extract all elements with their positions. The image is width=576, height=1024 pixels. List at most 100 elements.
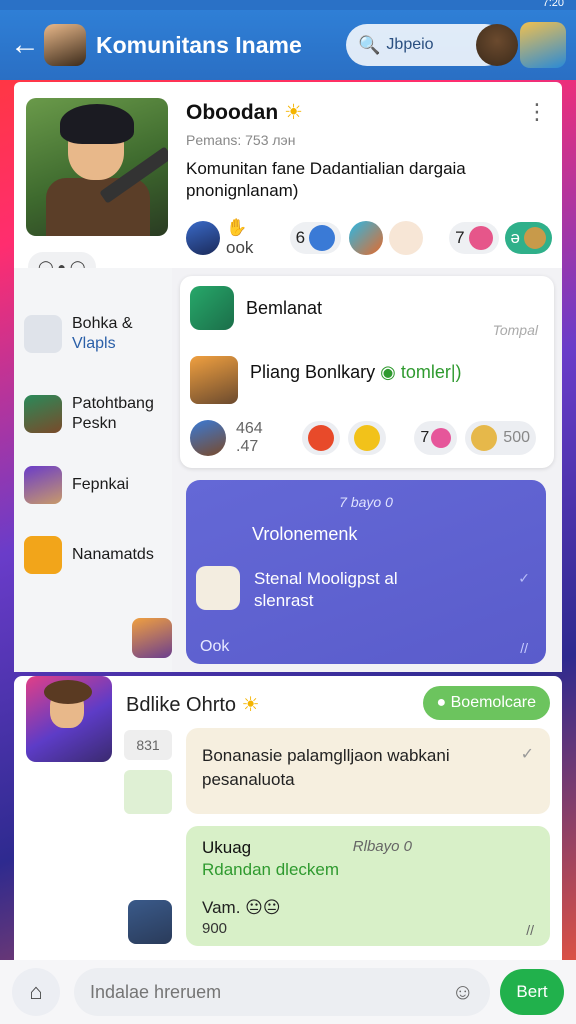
- reaction-pill[interactable]: 7: [414, 421, 458, 455]
- message-text: Pliang Bonlkary ◉ tomler|): [250, 362, 462, 383]
- post-author-text: Bdlike Ohrto: [126, 694, 237, 716]
- message-card[interactable]: Bemlanat Tompal Pliang Bonlkary ◉ tomler…: [180, 276, 554, 468]
- message-text: Stenal Mooligpst al slenrast: [254, 569, 398, 610]
- green-square: [124, 770, 172, 814]
- reaction-label: ook: [226, 238, 254, 257]
- shield-icon: [354, 425, 381, 451]
- sidebar-item-label: Patohtbang Peskn: [72, 394, 154, 434]
- avatar: [471, 425, 498, 451]
- reaction-pill[interactable]: ә: [504, 222, 552, 254]
- sidebar-item-bohka[interactable]: Bohka & Vlapls: [24, 314, 132, 354]
- app-bar: ← Komunitans Iname 🔍 Jbpeio: [0, 10, 576, 80]
- message-highlight: ◉ tomler|): [380, 362, 462, 382]
- more-options-icon[interactable]: ⋮: [526, 101, 548, 123]
- message-emoji-line: Vam. 😐😐: [202, 898, 281, 918]
- channel-sidebar: Bohka & Vlapls Patohtbang Peskn Fepnkai Na…: [14, 268, 172, 672]
- post-author-image[interactable]: [26, 676, 112, 762]
- message-text: Bonanasie palamglljaon wabkani pesanaluo…: [202, 746, 450, 789]
- message-footer-text: Ook: [200, 638, 230, 655]
- sidebar-item-fepnkai[interactable]: Fepnkai: [24, 466, 129, 504]
- dragon-icon: [308, 425, 335, 451]
- status-time: 7:20: [542, 0, 564, 9]
- status-badge[interactable]: ● Boemolcare: [422, 686, 550, 720]
- avatar[interactable]: [190, 356, 238, 404]
- message-reactions: 464 .47 7 500: [190, 418, 544, 458]
- message-bubble-green[interactable]: Ukuag Rlbayo 0 Rdandan dleckem Vam. 😐😐 9…: [186, 826, 550, 946]
- group-reactions: ✋ ook 6 7 ә: [186, 218, 552, 258]
- reaction-pill[interactable]: [302, 421, 341, 455]
- send-button[interactable]: Bert: [500, 969, 564, 1015]
- wrench-icon: [24, 315, 62, 353]
- reaction-count: 500: [503, 429, 530, 446]
- message-green-text: tomler|): [400, 362, 462, 382]
- message-input-wrap[interactable]: ☺: [74, 968, 490, 1016]
- group-name-text: Oboodan: [186, 101, 279, 124]
- message-title: Vrolonemenk: [252, 524, 358, 544]
- avatar: [24, 395, 62, 433]
- message-input[interactable]: [90, 981, 452, 1003]
- sun-icon: ☀: [241, 694, 260, 716]
- avatar[interactable]: [132, 618, 172, 658]
- header-avatar[interactable]: [44, 24, 86, 66]
- sidebar-item-label: Fepnkai: [72, 476, 129, 493]
- group-name: Oboodan ☀: [186, 100, 303, 125]
- message-time: Rlbayo 0: [352, 838, 412, 855]
- arrow-left-icon[interactable]: ←: [10, 28, 44, 62]
- avatar: [524, 227, 546, 249]
- thumb-icon: ✋: [226, 218, 248, 237]
- avatar[interactable]: [186, 221, 220, 255]
- sidebar-item-patohtbang[interactable]: Patohtbang Peskn: [24, 394, 154, 434]
- reaction-pill[interactable]: 7: [449, 222, 499, 254]
- message-composer: ⌂ ☺ Bert: [0, 960, 576, 1024]
- double-check-icon: //: [520, 640, 528, 656]
- smile-icon: 😐: [262, 898, 281, 917]
- avatar[interactable]: [128, 900, 172, 944]
- reaction-count: 7: [420, 429, 430, 446]
- heart-icon: [431, 428, 452, 448]
- puzzle-icon: [196, 566, 240, 610]
- reaction-count: 7: [455, 228, 465, 247]
- home-icon[interactable]: ⌂: [12, 968, 60, 1016]
- status-bar: 7:20: [0, 0, 576, 10]
- group-image: [26, 98, 168, 236]
- message-bubble-purple[interactable]: 7 bayo 0 Vrolonemenk Stenal Mooligpst al…: [186, 480, 546, 664]
- count-chip: 831: [124, 730, 172, 760]
- sidebar-item-sub: Vlapls: [72, 335, 116, 352]
- post-card: Bdlike Ohrto ☀ ● Boemolcare 831 Bonanasi…: [14, 676, 562, 960]
- sidebar-item-sub: Peskn: [72, 415, 117, 432]
- search-avatar[interactable]: [476, 24, 518, 66]
- sidebar-item-title: Bohka &: [72, 315, 133, 332]
- avatar[interactable]: [190, 420, 226, 456]
- avatar: [468, 226, 493, 250]
- dragon-icon[interactable]: [389, 221, 424, 255]
- sidebar-item-nanamatds[interactable]: Nanamatds: [24, 536, 154, 574]
- message-body: Pliang Bonlkary: [250, 362, 376, 382]
- message-title: Bemlanat: [246, 298, 323, 318]
- avatar: [24, 466, 62, 504]
- reaction-pill[interactable]: 500: [465, 421, 536, 455]
- sidebar-item-title: Patohtbang: [72, 395, 154, 412]
- search-placeholder: Jbpeio: [386, 36, 434, 53]
- page-title: Komunitans Iname: [96, 31, 302, 58]
- reaction-like[interactable]: ✋ ook: [226, 218, 264, 258]
- emoji-icon[interactable]: ☺: [452, 979, 474, 1005]
- search-field[interactable]: 🔍 Jbpeio: [346, 24, 518, 66]
- message-time: 7 bayo 0: [339, 494, 393, 510]
- group-header-card: Oboodan ☀ Pemans: 753 лэн Komunitan fane…: [14, 82, 562, 282]
- reaction-count: 464 .47: [236, 420, 263, 455]
- status-badge-label: Boemolcare: [450, 694, 536, 711]
- planet-icon[interactable]: [349, 221, 384, 255]
- sidebar-item-label: Nanamatds: [72, 546, 154, 563]
- message-count: 900: [202, 920, 228, 937]
- message-bubble-cream[interactable]: Bonanasie palamglljaon wabkani pesanaluo…: [186, 728, 550, 814]
- profile-avatar[interactable]: [520, 22, 566, 68]
- message-emoji-label: Vam.: [202, 898, 241, 917]
- app-icon: [190, 286, 234, 330]
- search-icon: 🔍: [358, 34, 381, 55]
- reaction-pill[interactable]: 6: [289, 222, 342, 254]
- reaction-pill[interactable]: [348, 421, 387, 455]
- message-footer: Ook: [200, 638, 229, 656]
- sidebar-item-label: Bohka & Vlapls: [72, 314, 132, 354]
- message-subtitle: Rdandan dleckem: [202, 860, 340, 879]
- avatar: [309, 225, 336, 251]
